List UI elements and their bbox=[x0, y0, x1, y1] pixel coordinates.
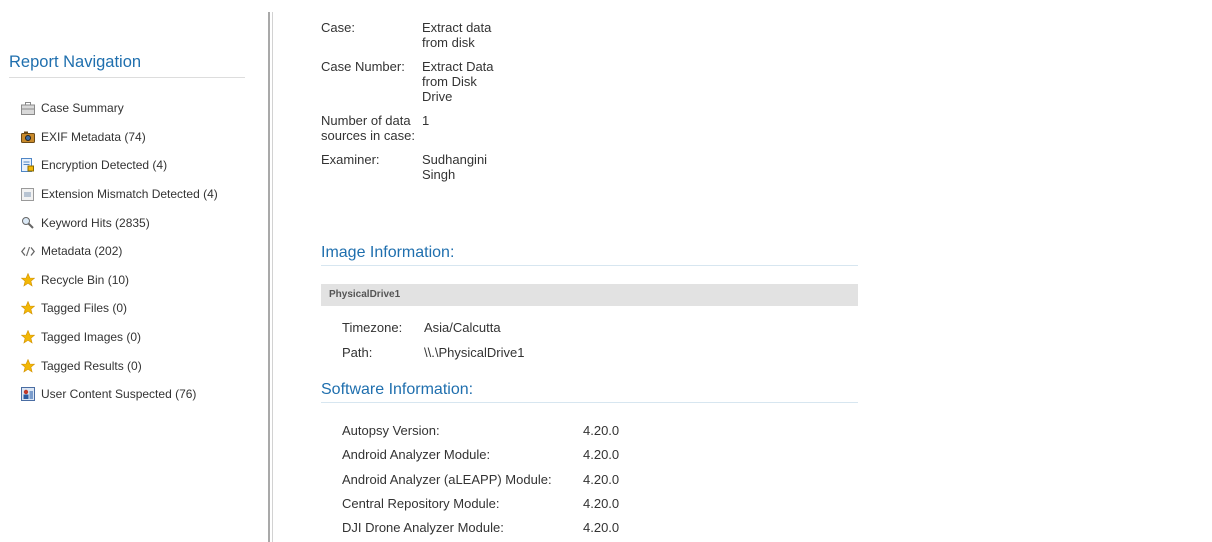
nav-item-case-summary[interactable]: Case Summary bbox=[20, 94, 218, 123]
star-icon bbox=[20, 330, 35, 345]
nav-item-label: Keyword Hits (2835) bbox=[41, 215, 150, 230]
software-label: Central Repository Module: bbox=[342, 496, 500, 511]
lock-file-icon bbox=[20, 158, 35, 173]
case-number-label: Case Number: bbox=[321, 59, 405, 74]
case-label: Case: bbox=[321, 20, 355, 35]
nav-list: Case Summary EXIF Metadata (74) Encrypti… bbox=[20, 94, 218, 409]
examiner-label: Examiner: bbox=[321, 152, 380, 167]
software-label: Android Analyzer (aLEAPP) Module: bbox=[342, 472, 552, 487]
nav-item-label: EXIF Metadata (74) bbox=[41, 129, 146, 144]
report-content: Case: Extract data from disk Case Number… bbox=[321, 0, 861, 542]
examiner-value: Sudhangini Singh bbox=[422, 152, 488, 182]
timezone-value: Asia/Calcutta bbox=[424, 320, 501, 335]
software-version: 4.20.0 bbox=[583, 447, 620, 462]
magnifier-icon bbox=[20, 215, 35, 230]
path-label: Path: bbox=[342, 345, 373, 360]
report-navigation: Report Navigation Case Summary EXIF Meta… bbox=[0, 0, 268, 542]
software-information-title: Software Information: bbox=[321, 381, 858, 403]
nav-item-tagged-images[interactable]: Tagged Images (0) bbox=[20, 323, 218, 352]
user-content-icon bbox=[20, 387, 35, 402]
nav-item-tagged-files[interactable]: Tagged Files (0) bbox=[20, 294, 218, 323]
nav-item-label: Metadata (202) bbox=[41, 244, 123, 259]
nav-item-label: Recycle Bin (10) bbox=[41, 272, 130, 287]
camera-icon bbox=[20, 129, 35, 144]
image-information-title: Image Information: bbox=[321, 244, 858, 266]
path-value: \\.\PhysicalDrive1 bbox=[424, 345, 525, 360]
software-version: 4.20.0 bbox=[583, 472, 620, 487]
case-value: Extract data from disk bbox=[422, 20, 492, 50]
nav-item-label: Tagged Files (0) bbox=[41, 301, 128, 316]
software-label: Autopsy Version: bbox=[342, 423, 440, 438]
nav-item-label: Tagged Images (0) bbox=[41, 330, 142, 345]
nav-item-encryption-detected[interactable]: Encryption Detected (4) bbox=[20, 151, 218, 180]
software-label: Android Analyzer Module: bbox=[342, 447, 491, 462]
nav-item-user-content-suspected[interactable]: User Content Suspected (76) bbox=[20, 380, 218, 409]
nav-item-metadata[interactable]: Metadata (202) bbox=[20, 237, 218, 266]
star-icon bbox=[20, 301, 35, 316]
mismatch-icon bbox=[20, 187, 35, 202]
case-summary-table: Case: Extract data from disk Case Number… bbox=[321, 20, 502, 182]
nav-item-extension-mismatch[interactable]: Extension Mismatch Detected (4) bbox=[20, 180, 218, 209]
star-icon bbox=[20, 358, 35, 373]
data-sources-value: 1 bbox=[422, 113, 430, 128]
nav-item-label: Extension Mismatch Detected (4) bbox=[41, 187, 218, 202]
nav-item-keyword-hits[interactable]: Keyword Hits (2835) bbox=[20, 208, 218, 237]
briefcase-icon bbox=[20, 101, 35, 116]
timezone-label: Timezone: bbox=[342, 320, 403, 335]
drive-header: PhysicalDrive1 bbox=[321, 284, 858, 306]
nav-item-tagged-results[interactable]: Tagged Results (0) bbox=[20, 351, 218, 380]
nav-item-exif-metadata[interactable]: EXIF Metadata (74) bbox=[20, 123, 218, 152]
nav-title: Report Navigation bbox=[9, 53, 245, 78]
nav-item-label: User Content Suspected (76) bbox=[41, 387, 197, 402]
data-sources-label: Number of data sources in case: bbox=[321, 113, 415, 143]
star-icon bbox=[20, 272, 35, 287]
software-version: 4.20.0 bbox=[583, 496, 620, 511]
nav-item-recycle-bin[interactable]: Recycle Bin (10) bbox=[20, 266, 218, 295]
nav-item-label: Case Summary bbox=[41, 101, 124, 116]
code-icon bbox=[20, 244, 35, 259]
software-version: 4.20.0 bbox=[583, 520, 620, 535]
nav-item-label: Tagged Results (0) bbox=[41, 358, 142, 373]
case-number-value: Extract Data from Disk Drive bbox=[422, 59, 494, 104]
software-label: DJI Drone Analyzer Module: bbox=[342, 520, 504, 535]
nav-item-label: Encryption Detected (4) bbox=[41, 158, 168, 173]
software-version: 4.20.0 bbox=[583, 423, 620, 438]
pane-divider[interactable] bbox=[268, 12, 273, 542]
